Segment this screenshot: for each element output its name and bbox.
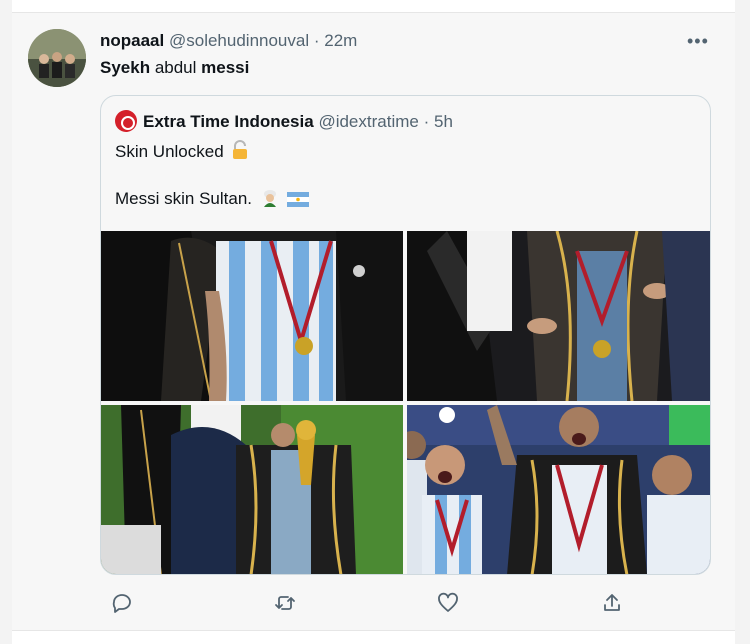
padlock-icon	[232, 140, 248, 166]
quoted-author-name: Extra Time Indonesia	[143, 112, 314, 131]
quoted-separator: ·	[423, 112, 430, 131]
argentina-flag-icon	[287, 191, 310, 213]
quoted-tweet[interactable]: Extra Time Indonesia @idextratime · 5h S…	[100, 95, 711, 575]
avatar[interactable]	[28, 29, 86, 87]
photo-1[interactable]	[101, 231, 403, 401]
photo-2[interactable]	[407, 231, 710, 401]
next-tweet-edge	[12, 630, 735, 644]
quoted-author-handle: @idextratime	[318, 112, 419, 131]
more-options-icon[interactable]: •••	[687, 31, 709, 52]
share-icon[interactable]	[600, 591, 624, 615]
quoted-line1-text: Skin Unlocked	[115, 142, 224, 161]
tweet-header: nopaaal @solehudinnouval · 22m	[100, 31, 357, 51]
tweet-text-bold-2: messi	[201, 58, 250, 77]
quoted-time: 5h	[433, 112, 453, 131]
author-handle[interactable]: @solehudinnouval	[169, 31, 309, 50]
time-separator: ·	[313, 31, 320, 50]
photo-grid	[101, 231, 710, 574]
quoted-line2-text: Messi skin Sultan.	[115, 189, 252, 208]
tweet-time[interactable]: 22m	[324, 31, 357, 50]
person-with-turban-icon	[261, 189, 279, 213]
tweet-text-bold-1: Syekh	[100, 58, 151, 77]
like-icon[interactable]	[436, 591, 460, 615]
page-margin-right	[735, 0, 750, 644]
tweet-actions	[100, 591, 711, 615]
tweet-card[interactable]: nopaaal @solehudinnouval · 22m ••• Syekh…	[12, 12, 735, 630]
tweet-text-plain: abdul	[150, 58, 202, 77]
quoted-text-line-2: Messi skin Sultan.	[115, 188, 310, 213]
quoted-text-line-1: Skin Unlocked	[115, 140, 248, 166]
tweet-text: Syekh abdul messi	[100, 57, 249, 79]
retweet-icon[interactable]	[273, 591, 297, 615]
page-margin-left	[0, 0, 12, 644]
quoted-avatar[interactable]	[115, 110, 137, 132]
quoted-tweet-header: Extra Time Indonesia @idextratime · 5h	[115, 110, 453, 133]
author-name[interactable]: nopaaal	[100, 31, 164, 50]
photo-4[interactable]	[407, 405, 710, 574]
reply-icon[interactable]	[110, 591, 134, 615]
photo-3[interactable]	[101, 405, 403, 574]
